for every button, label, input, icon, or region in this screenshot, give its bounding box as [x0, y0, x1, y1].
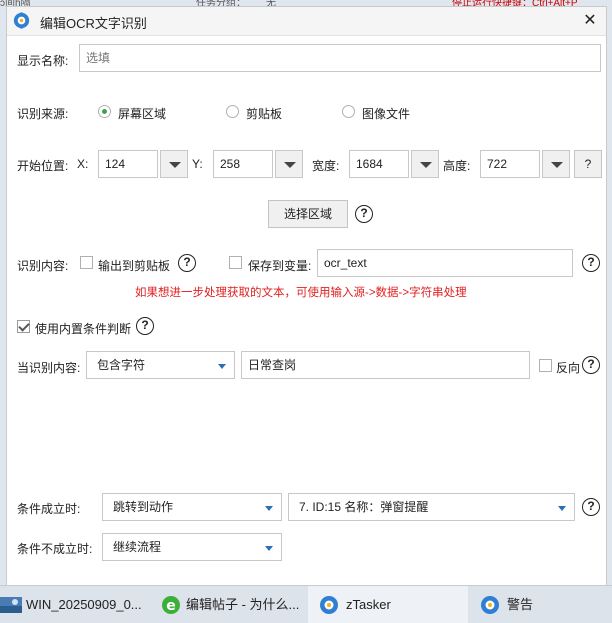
on-false-label: 条件不成立时: [17, 542, 93, 556]
position-label: 开始位置: [17, 159, 69, 173]
ocr-dialog: 编辑OCR文字识别 ✕ 显示名称: 识别来源: 屏幕区域 剪贴板 图像文件 开始… [6, 6, 607, 586]
background-window-right [607, 10, 612, 585]
on-true-action-select[interactable]: 跳转到动作 [102, 493, 282, 521]
content-label: 识别内容: [17, 259, 69, 273]
taskbar-item-label: zTasker [346, 597, 391, 612]
height-label: 高度: [443, 159, 471, 173]
chevron-down-icon [420, 162, 432, 168]
browser-e-icon: e [162, 596, 180, 614]
taskbar-item-browser[interactable]: e 编辑帖子 - 为什么... [156, 586, 302, 623]
width-label: 宽度: [312, 159, 340, 173]
dropdown-arrow-icon [558, 506, 566, 511]
close-button[interactable]: ✕ [579, 10, 601, 32]
on-true-target-value: 7. ID:15 名称：弹窗提醒 [299, 500, 429, 514]
builtin-condition-checkbox[interactable] [17, 320, 30, 333]
x-dropdown-button[interactable] [160, 150, 188, 178]
display-name-label: 显示名称: [17, 54, 69, 68]
taskbar-item-camera[interactable]: WIN_20250909_0... [0, 586, 150, 623]
y-dropdown-button[interactable] [275, 150, 303, 178]
taskbar-item-label: WIN_20250909_0... [26, 597, 142, 612]
on-true-action-value: 跳转到动作 [113, 500, 174, 514]
y-label: Y: [192, 157, 203, 171]
radio-clipboard[interactable] [226, 105, 239, 118]
ztasker-app-icon [320, 596, 338, 614]
y-input[interactable]: 258 [213, 150, 273, 178]
reverse-checkbox[interactable] [539, 359, 552, 372]
x-label: X: [77, 157, 89, 171]
reverse-label[interactable]: 反向 [556, 359, 580, 376]
dropdown-arrow-icon [265, 546, 273, 551]
save-variable-label[interactable]: 保存到变量: [248, 257, 311, 274]
taskbar-item-ztasker[interactable]: zTasker [308, 586, 468, 623]
radio-image-file-label[interactable]: 图像文件 [362, 105, 410, 122]
source-label: 识别来源: [17, 107, 69, 121]
save-variable-help-icon[interactable]: ? [582, 254, 600, 272]
on-true-label: 条件成立时: [17, 502, 81, 516]
output-clipboard-label[interactable]: 输出到剪贴板 [98, 257, 170, 274]
current-content-label: 当识别内容: [17, 361, 81, 375]
title-bar[interactable]: 编辑OCR文字识别 ✕ [7, 7, 606, 36]
height-input[interactable]: 722 [480, 150, 540, 178]
output-clipboard-checkbox[interactable] [80, 256, 93, 269]
taskbar-item-warning[interactable]: 警告 [470, 586, 612, 623]
radio-image-file[interactable] [342, 105, 355, 118]
height-dropdown-button[interactable] [542, 150, 570, 178]
image-thumbnail-icon [0, 597, 22, 613]
match-text-input[interactable]: 日常查岗 [241, 351, 530, 379]
chevron-down-icon [284, 162, 296, 168]
builtin-condition-label[interactable]: 使用内置条件判断 [35, 320, 131, 337]
chevron-down-icon [169, 162, 181, 168]
variable-name-input[interactable]: ocr_text [317, 249, 573, 277]
on-true-target-select[interactable]: 7. ID:15 名称：弹窗提醒 [288, 493, 575, 521]
radio-clipboard-label[interactable]: 剪贴板 [246, 105, 282, 122]
taskbar-item-label: 编辑帖子 - 为什么... [186, 597, 300, 612]
select-area-button[interactable]: 选择区域 [268, 200, 348, 228]
ztasker-app-icon [481, 596, 499, 614]
save-variable-checkbox[interactable] [229, 256, 242, 269]
width-dropdown-button[interactable] [411, 150, 439, 178]
display-name-input[interactable] [79, 44, 601, 72]
width-input[interactable]: 1684 [349, 150, 409, 178]
dropdown-arrow-icon [265, 506, 273, 511]
select-area-help-icon[interactable]: ? [355, 205, 373, 223]
match-mode-value: 包含字符 [97, 358, 146, 372]
on-false-action-select[interactable]: 继续流程 [102, 533, 282, 561]
chevron-down-icon [551, 162, 563, 168]
position-help-button[interactable]: ? [574, 150, 602, 178]
on-true-help-icon[interactable]: ? [582, 498, 600, 516]
dropdown-arrow-icon [218, 364, 226, 369]
reverse-help-icon[interactable]: ? [582, 356, 600, 374]
match-mode-select[interactable]: 包含字符 [86, 351, 235, 379]
ztasker-app-icon [13, 12, 30, 29]
svg-text:e: e [166, 598, 176, 614]
radio-screen-area-label[interactable]: 屏幕区域 [118, 105, 166, 122]
output-clipboard-help-icon[interactable]: ? [178, 254, 196, 272]
radio-screen-area[interactable] [98, 105, 111, 118]
x-input[interactable]: 124 [98, 150, 158, 178]
builtin-condition-help-icon[interactable]: ? [136, 317, 154, 335]
dialog-title: 编辑OCR文字识别 [40, 16, 147, 31]
on-false-action-value: 继续流程 [113, 540, 162, 554]
processing-hint: 如果想进一步处理获取的文本，可使用输入源->数据->字符串处理 [135, 287, 467, 299]
taskbar-item-label: 警告 [507, 597, 534, 612]
taskbar: WIN_20250909_0... e 编辑帖子 - 为什么... zTaske… [0, 585, 612, 623]
